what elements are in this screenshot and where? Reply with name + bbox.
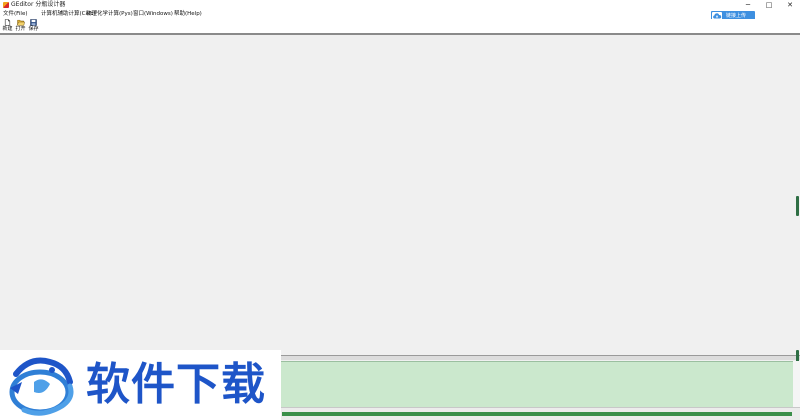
output-scrollbar[interactable]	[793, 361, 800, 407]
new-button-label: 新建	[2, 26, 13, 32]
open-button-label: 打开	[15, 26, 26, 32]
app-icon	[3, 2, 9, 8]
save-button-label: 保存	[28, 26, 39, 32]
menu-bar: 文件(File) 计算机辅助计算(Calc) 物理化学计算(Pys) 窗口(Wi…	[0, 10, 800, 19]
new-file-icon	[1, 19, 14, 26]
dragon-logo-icon	[4, 352, 84, 420]
open-folder-icon	[14, 19, 27, 26]
menu-help[interactable]: 帮助(Help)	[174, 10, 202, 19]
watermark-logo: 软件下载	[0, 350, 281, 420]
close-button[interactable]: ✕	[780, 0, 800, 10]
status-progress-fill	[282, 412, 792, 416]
menu-windows[interactable]: 窗口(Windows)	[133, 10, 173, 19]
save-button[interactable]: 保存	[27, 19, 40, 33]
splitter-handle-top[interactable]	[796, 196, 799, 216]
status-progress-bar	[282, 412, 792, 416]
watermark-text: 软件下载	[86, 359, 266, 410]
new-button[interactable]: 新建	[1, 19, 14, 33]
title-bar: GEditor 分瓶设计器 ─ □ ✕	[0, 0, 800, 10]
menu-phys[interactable]: 物理化学计算(Pys)	[86, 10, 133, 19]
open-button[interactable]: 打开	[14, 19, 27, 33]
design-canvas[interactable]	[0, 35, 796, 353]
save-disk-icon	[27, 19, 40, 26]
toolbar: 新建 打开 保存	[0, 19, 800, 33]
maximize-button[interactable]: □	[759, 0, 779, 10]
menu-file[interactable]: 文件(File)	[3, 10, 28, 19]
window-title: GEditor 分瓶设计器	[11, 1, 66, 8]
minimize-button[interactable]: ─	[738, 0, 758, 10]
